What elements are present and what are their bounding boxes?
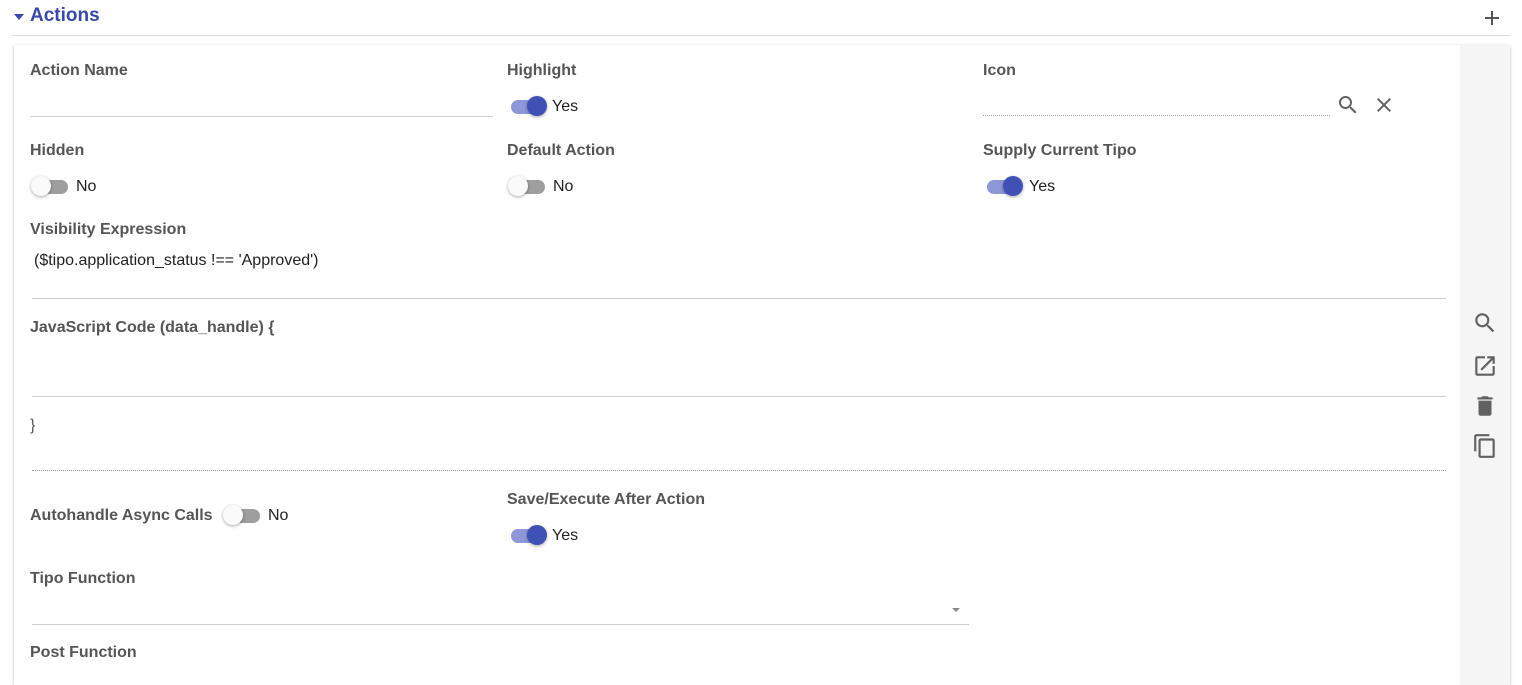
hidden-toggle[interactable] <box>31 175 71 199</box>
section-title: Actions <box>30 5 100 26</box>
action-name-input[interactable] <box>30 116 493 117</box>
highlight-toggle[interactable] <box>508 95 548 119</box>
save-execute-label: Save/Execute After Action <box>507 491 705 508</box>
add-icon[interactable] <box>1480 6 1504 30</box>
tipo-function-select[interactable] <box>32 624 969 625</box>
icon-search-icon[interactable] <box>1336 93 1360 117</box>
supply-current-tipo-label: Supply Current Tipo <box>983 142 1137 159</box>
supply-current-tipo-state: Yes <box>1029 178 1056 195</box>
caret-down-icon <box>14 14 24 20</box>
supply-current-tipo-toggle[interactable] <box>984 175 1024 199</box>
clear-icon[interactable] <box>1372 93 1396 117</box>
default-action-label: Default Action <box>507 142 615 159</box>
autohandle-async-toggle[interactable] <box>223 504 263 528</box>
save-execute-toggle[interactable] <box>508 524 548 548</box>
header-divider <box>12 35 1510 36</box>
javascript-code-closing-brace: } <box>30 417 36 434</box>
dropdown-arrow-icon[interactable] <box>952 608 960 612</box>
code-divider <box>32 470 1446 471</box>
delete-icon[interactable] <box>1472 393 1498 419</box>
javascript-code-input[interactable] <box>32 396 1446 397</box>
save-execute-state: Yes <box>552 527 579 544</box>
icon-input[interactable] <box>983 115 1330 116</box>
open-in-new-icon[interactable] <box>1472 353 1498 379</box>
autohandle-async-state: No <box>268 507 289 524</box>
action-card: Action Name Highlight Yes Icon Hidden No… <box>14 45 1510 685</box>
visibility-expression-input[interactable]: ($tipo.application_status !== 'Approved'… <box>34 252 319 270</box>
action-name-label: Action Name <box>30 62 128 79</box>
javascript-code-label: JavaScript Code (data_handle) { <box>30 319 275 336</box>
highlight-label: Highlight <box>507 62 577 79</box>
search-icon[interactable] <box>1472 310 1498 336</box>
autohandle-async-label: Autohandle Async Calls <box>30 507 213 524</box>
hidden-label: Hidden <box>30 142 85 159</box>
default-action-toggle[interactable] <box>508 175 548 199</box>
icon-label: Icon <box>983 62 1016 79</box>
section-header: Actions <box>0 0 1522 36</box>
default-action-state: No <box>553 178 574 195</box>
actions-section-toggle[interactable]: Actions <box>14 5 100 27</box>
tipo-function-label: Tipo Function <box>30 570 136 587</box>
hidden-state: No <box>76 178 97 195</box>
highlight-state: Yes <box>552 98 579 115</box>
visibility-expression-label: Visibility Expression <box>30 221 187 238</box>
copy-icon[interactable] <box>1472 433 1498 459</box>
visibility-expression-underline <box>32 298 1446 299</box>
post-function-label: Post Function <box>30 644 137 661</box>
